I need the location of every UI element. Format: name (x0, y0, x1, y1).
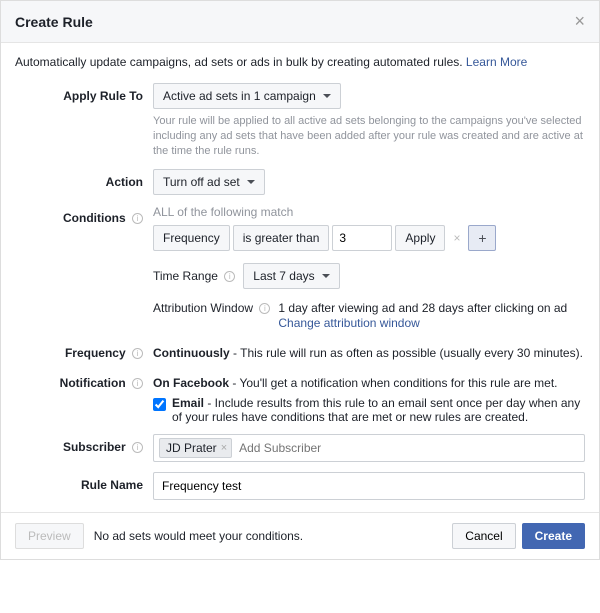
modal-title: Create Rule (15, 14, 93, 30)
info-icon[interactable]: i (259, 303, 270, 314)
frequency-value: Continuously (153, 346, 230, 360)
notification-row: Notification i On Facebook - You'll get … (15, 370, 585, 424)
subscriber-field[interactable]: JD Prater × (153, 434, 585, 462)
learn-more-link[interactable]: Learn More (466, 55, 527, 69)
subscriber-token: JD Prater × (159, 438, 232, 458)
info-icon[interactable]: i (132, 378, 143, 389)
subscriber-label: Subscriber i (15, 434, 153, 462)
rule-name-label: Rule Name (15, 472, 153, 500)
frequency-label: Frequency i (15, 340, 153, 360)
condition-apply-button[interactable]: Apply (395, 225, 445, 251)
action-dropdown[interactable]: Turn off ad set (153, 169, 265, 195)
apply-rule-label: Apply Rule To (15, 83, 153, 159)
condition-metric-dropdown[interactable]: Frequency (153, 225, 230, 251)
condition-value-input[interactable] (332, 225, 392, 251)
preview-button[interactable]: Preview (15, 523, 84, 549)
time-range-row: Time Range i Last 7 days (153, 263, 585, 289)
chevron-down-icon (322, 274, 330, 278)
email-checkbox[interactable] (153, 398, 166, 411)
info-icon[interactable]: i (224, 271, 235, 282)
info-icon[interactable]: i (132, 348, 143, 359)
info-icon[interactable]: i (132, 442, 143, 453)
conditions-all-match: ALL of the following match (153, 205, 585, 219)
add-condition-button[interactable]: + (468, 225, 496, 251)
subscriber-row: Subscriber i JD Prater × (15, 434, 585, 462)
apply-rule-helper: Your rule will be applied to all active … (153, 114, 585, 159)
modal-footer: Preview No ad sets would meet your condi… (1, 512, 599, 559)
create-button[interactable]: Create (522, 523, 585, 549)
subscriber-input[interactable] (236, 438, 579, 458)
condition-operator-dropdown[interactable]: is greater than (233, 225, 330, 251)
notification-email-bold: Email (172, 396, 204, 410)
condition-remove-icon[interactable]: × (448, 225, 465, 251)
frequency-row: Frequency i Continuously - This rule wil… (15, 340, 585, 360)
rule-name-input[interactable] (153, 472, 585, 500)
action-label: Action (15, 169, 153, 195)
attribution-label: Attribution Window i (153, 301, 270, 315)
close-icon[interactable]: × (574, 11, 585, 32)
notification-label: Notification i (15, 370, 153, 424)
chevron-down-icon (247, 180, 255, 184)
cancel-button[interactable]: Cancel (452, 523, 515, 549)
change-attribution-link[interactable]: Change attribution window (278, 316, 567, 330)
chevron-down-icon (323, 94, 331, 98)
time-range-dropdown[interactable]: Last 7 days (243, 263, 339, 289)
info-icon[interactable]: i (132, 213, 143, 224)
remove-token-icon[interactable]: × (221, 442, 227, 454)
frequency-desc: - This rule will run as often as possibl… (230, 346, 583, 360)
apply-rule-row: Apply Rule To Active ad sets in 1 campai… (15, 83, 585, 159)
notification-fb-bold: On Facebook (153, 376, 229, 390)
notification-fb-text: - You'll get a notification when conditi… (229, 376, 557, 390)
rule-name-row: Rule Name (15, 472, 585, 500)
attribution-row: Attribution Window i 1 day after viewing… (153, 301, 585, 330)
conditions-row: Conditions i ALL of the following match … (15, 205, 585, 330)
conditions-label: Conditions i (15, 205, 153, 330)
intro-text: Automatically update campaigns, ad sets … (15, 55, 585, 69)
condition-builder: Frequency is greater than Apply × + (153, 225, 585, 251)
apply-rule-dropdown[interactable]: Active ad sets in 1 campaign (153, 83, 341, 109)
modal-body: Automatically update campaigns, ad sets … (1, 43, 599, 512)
action-row: Action Turn off ad set (15, 169, 585, 195)
notification-email-text: - Include results from this rule to an e… (172, 396, 580, 424)
create-rule-modal: Create Rule × Automatically update campa… (0, 0, 600, 560)
modal-header: Create Rule × (1, 1, 599, 43)
time-range-label: Time Range i (153, 269, 235, 283)
attribution-text: 1 day after viewing ad and 28 days after… (278, 301, 567, 315)
footer-status-text: No ad sets would meet your conditions. (94, 529, 453, 543)
